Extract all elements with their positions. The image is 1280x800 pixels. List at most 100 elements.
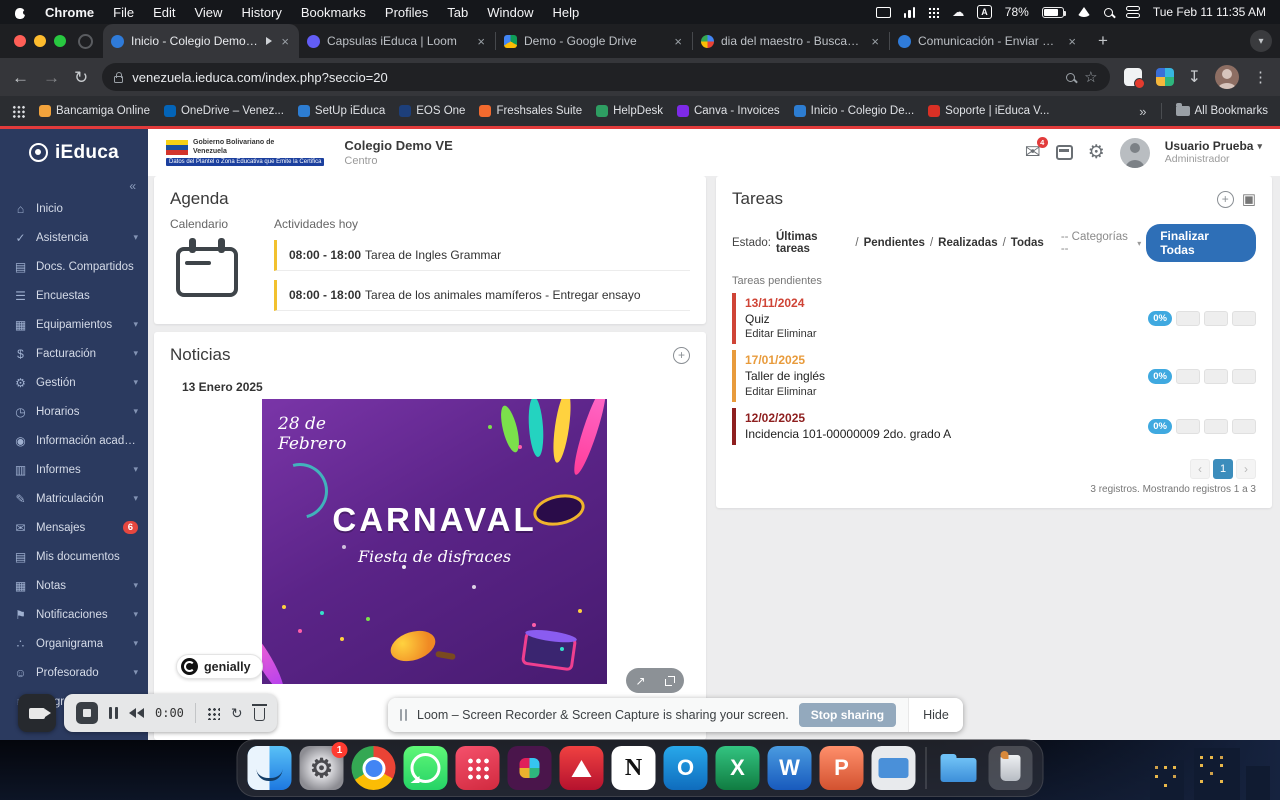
dock-notion[interactable]: N <box>611 746 656 790</box>
dock-whatsapp[interactable] <box>403 746 448 790</box>
task-button[interactable] <box>1232 419 1256 435</box>
sidebar-item-informacion-academica[interactable]: ◉Información académica <box>0 426 148 455</box>
restart-recording-button[interactable] <box>129 708 144 718</box>
extension-icon[interactable] <box>1123 68 1145 89</box>
categorias-dropdown[interactable]: -- Categorías -- ▾ <box>1061 231 1141 255</box>
user-avatar[interactable] <box>1119 137 1150 168</box>
menu-history[interactable]: History <box>241 5 281 20</box>
apps-grid-icon[interactable] <box>12 104 25 118</box>
control-center-icon[interactable] <box>1125 6 1140 18</box>
sidebar-item-gestion[interactable]: ⚙ Gestión ▾ <box>0 368 148 397</box>
task-button[interactable] <box>1204 419 1228 435</box>
new-tab-button[interactable]: + <box>1090 28 1116 54</box>
fullscreen-icon[interactable] <box>664 675 675 686</box>
task-button[interactable] <box>1176 311 1200 327</box>
bookmark-eos-one[interactable]: EOS One <box>399 105 465 117</box>
task-button[interactable] <box>1176 419 1200 435</box>
sidebar-item-horarios[interactable]: ◷ Horarios ▾ <box>0 397 148 426</box>
sidebar-item-asistencia[interactable]: ✓ Asistencia ▾ <box>0 223 148 252</box>
menu-clock[interactable]: Tue Feb 11 11:35 AM <box>1153 5 1266 19</box>
bookmark-canva[interactable]: Canva - Invoices <box>676 105 780 117</box>
menu-window[interactable]: Window <box>487 5 533 20</box>
spotlight-search-icon[interactable] <box>1103 7 1113 17</box>
menu-bookmarks[interactable]: Bookmarks <box>301 5 366 20</box>
browser-menu-icon[interactable]: ⋮ <box>1253 68 1268 86</box>
close-window-button[interactable] <box>14 35 26 47</box>
bookmark-star-icon[interactable]: ☆ <box>1084 68 1097 86</box>
genially-badge[interactable]: genially <box>176 654 263 679</box>
tab-inicio-colegio[interactable]: Inicio - Colegio Demo VE × <box>103 24 299 58</box>
filter-pendientes[interactable]: Pendientes <box>864 237 925 249</box>
bookmark-bancamiga[interactable]: Bancamiga Online <box>39 105 150 117</box>
dock-outlook[interactable]: O <box>663 746 708 790</box>
calendar-illustration-icon[interactable] <box>176 238 238 297</box>
task-button[interactable] <box>1204 311 1228 327</box>
task-actions[interactable]: Editar Eliminar <box>745 385 1148 399</box>
menu-help[interactable]: Help <box>553 5 580 20</box>
address-bar[interactable]: venezuela.ieduca.com/index.php?seccio=20… <box>102 63 1110 91</box>
task-row[interactable]: 12/02/2025 Incidencia 101-00000009 2do. … <box>732 407 1256 446</box>
menu-view[interactable]: View <box>194 5 222 20</box>
dock-finder[interactable] <box>247 746 292 790</box>
tab-list-chevron-icon[interactable]: ▾ <box>1250 30 1272 52</box>
filter-realizadas[interactable]: Realizadas <box>938 237 997 249</box>
close-tab-icon[interactable]: × <box>475 34 487 49</box>
input-source-icon[interactable]: A <box>977 5 992 19</box>
task-row[interactable]: 17/01/2025 Taller de inglés Editar Elimi… <box>732 350 1256 402</box>
sidebar-collapse-icon[interactable]: « <box>0 176 148 194</box>
url-text[interactable]: venezuela.ieduca.com/index.php?seccio=20 <box>132 70 1057 85</box>
drag-handle-icon[interactable] <box>400 709 407 721</box>
search-icon[interactable] <box>1066 72 1076 82</box>
sidebar-item-mensajes[interactable]: ✉ Mensajes 6 <box>0 513 148 542</box>
sidebar-item-mis-documentos[interactable]: ▤ Mis documentos <box>0 542 148 571</box>
battery-icon[interactable] <box>1041 6 1067 18</box>
task-panel-icon[interactable]: ▣ <box>1242 192 1256 207</box>
calendar-icon[interactable] <box>1055 145 1073 160</box>
profile-ring-icon[interactable] <box>78 33 93 49</box>
grid-status-icon[interactable] <box>928 6 940 18</box>
task-button[interactable] <box>1232 311 1256 327</box>
user-block[interactable]: Usuario Prueba ▾ Administrador <box>1165 139 1262 166</box>
prev-page-button[interactable]: ‹ <box>1190 459 1210 480</box>
settings-gear-icon[interactable]: ⚙ <box>1088 143 1105 162</box>
tab-calendario[interactable]: Calendario <box>170 217 274 231</box>
stats-status-icon[interactable] <box>903 6 916 18</box>
delete-recording-icon[interactable] <box>251 704 267 721</box>
downloads-icon[interactable]: ↧ <box>1188 67 1201 87</box>
share-icon[interactable]: ↗ <box>635 674 645 688</box>
bookmark-helpdesk[interactable]: HelpDesk <box>596 105 663 117</box>
pause-recording-button[interactable] <box>109 707 118 719</box>
tab-comunicacion[interactable]: Comunicación - Enviar Mens × <box>890 24 1086 58</box>
close-tab-icon[interactable]: × <box>1066 34 1078 49</box>
dock-chrome[interactable] <box>351 746 396 790</box>
dock-launchpad[interactable] <box>455 746 500 790</box>
sidebar-item-encuestas[interactable]: ☰ Encuestas <box>0 281 148 310</box>
dock-word[interactable]: W <box>767 746 812 790</box>
menu-edit[interactable]: Edit <box>153 5 175 20</box>
sidebar-item-docs-compartidos[interactable]: ▤ Docs. Compartidos <box>0 252 148 281</box>
sidebar-item-facturacion[interactable]: $ Facturación ▾ <box>0 339 148 368</box>
sidebar-item-matriculacion[interactable]: ✎ Matriculación ▾ <box>0 484 148 513</box>
screen-mirroring-status-icon[interactable] <box>875 6 891 18</box>
tab-google-drive[interactable]: Demo - Google Drive × <box>496 24 692 58</box>
agenda-event[interactable]: 08:00 - 18:00 Tarea de los animales mamíf… <box>274 280 690 311</box>
add-task-button[interactable]: + <box>1216 190 1234 208</box>
tab-loom[interactable]: Capsulas iEduca | Loom × <box>299 24 495 58</box>
sidebar-item-notificaciones[interactable]: ⚑ Notificaciones ▾ <box>0 600 148 629</box>
filter-todas[interactable]: Todas <box>1011 237 1044 249</box>
reload-button[interactable]: ↻ <box>74 69 88 86</box>
bookmark-freshsales[interactable]: Freshsales Suite <box>479 105 582 117</box>
tab-google-search[interactable]: dia del maestro - Buscar con × <box>693 24 889 58</box>
bookmark-soporte-ieduca[interactable]: Soporte | iEduca V... <box>928 105 1049 117</box>
filter-ultimas-tareas[interactable]: Últimas tareas <box>776 231 850 255</box>
site-security-icon[interactable] <box>114 71 124 83</box>
bookmark-inicio-colegio[interactable]: Inicio - Colegio De... <box>793 105 914 117</box>
stop-recording-button[interactable] <box>76 702 98 724</box>
add-news-button[interactable]: + <box>673 346 690 364</box>
task-row[interactable]: 13/11/2024 Quiz Editar Eliminar 0% <box>732 293 1256 345</box>
ieduca-logo[interactable]: iEduca <box>0 126 148 176</box>
sidebar-item-equipamientos[interactable]: ▦ Equipamientos ▾ <box>0 310 148 339</box>
task-actions[interactable]: Editar Eliminar <box>745 327 1148 341</box>
cloud-status-icon[interactable]: ☁ <box>952 5 964 19</box>
dock-powerpoint[interactable]: P <box>819 746 864 790</box>
